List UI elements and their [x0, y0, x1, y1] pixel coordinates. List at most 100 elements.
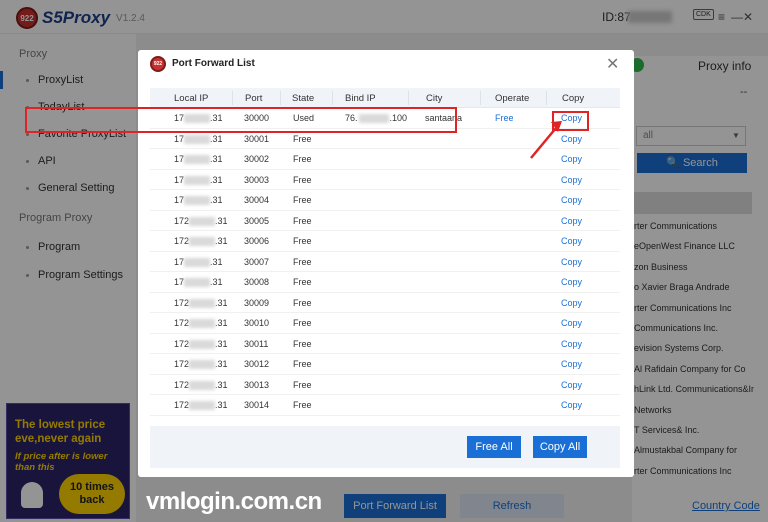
highlight-box-copy [552, 111, 589, 131]
copy-all-button[interactable]: Copy All [533, 436, 587, 458]
port-forward-table: 17.31 30000 Used 76. .100 santaana Free Copy 17.… [150, 108, 620, 422]
state-cell: Free [293, 318, 312, 328]
port-cell: 30002 [244, 154, 270, 164]
state-cell: Free [293, 338, 312, 349]
redacted-ip [184, 155, 211, 165]
copy-link[interactable]: Copy [561, 257, 582, 267]
state-cell: Free [293, 297, 312, 308]
col-state: State [292, 93, 315, 104]
col-local-ip: Local IP [174, 93, 209, 104]
local-ip-cell: 17.31 [174, 195, 223, 206]
table-row: 172.31 30006 Free Copy [150, 231, 620, 252]
state-cell: Free [293, 359, 312, 369]
table-row: 172.31 30005 Free Copy [150, 211, 620, 231]
state-cell: Free [293, 133, 312, 144]
local-ip-cell: 172.31 [174, 359, 228, 370]
state-cell: Free [293, 400, 312, 410]
state-cell: Free [293, 236, 312, 246]
dialog-footer: Free All Copy All [150, 426, 620, 468]
copy-link[interactable]: Copy [561, 298, 582, 308]
col-divider [332, 91, 333, 105]
app-window: 922 S5Proxy V1.2.4 ID:87 CDK ≡ — ✕ Proxy… [0, 0, 768, 522]
copy-link[interactable]: Copy [561, 277, 582, 287]
col-city: City [426, 93, 443, 104]
col-port: Port [245, 93, 263, 104]
copy-link[interactable]: Copy [561, 216, 582, 226]
free-link[interactable]: Free [495, 113, 514, 123]
port-cell: 30008 [244, 277, 270, 287]
table-header: Local IP Port State Bind IP City Operate… [150, 88, 620, 108]
col-copy: Copy [562, 93, 585, 104]
copy-link[interactable]: Copy [561, 154, 582, 164]
redacted-ip [189, 401, 216, 411]
copy-link[interactable]: Copy [561, 195, 582, 205]
port-cell: 30013 [244, 379, 270, 390]
redacted-ip [189, 380, 216, 390]
copy-link[interactable]: Copy [561, 400, 582, 410]
table-row: 17.31 30004 Free Copy [150, 190, 620, 211]
redacted-ip [184, 196, 211, 206]
table-row: 172.31 30012 Free Copy [150, 354, 620, 375]
col-divider [280, 91, 281, 105]
copy-link[interactable]: Copy [561, 236, 582, 246]
redacted-ip [184, 278, 211, 288]
local-ip-cell: 17.31 [174, 174, 223, 185]
copy-link[interactable]: Copy [561, 339, 582, 349]
local-ip-cell: 17.31 [174, 154, 223, 165]
redacted-ip [189, 298, 216, 308]
redacted-ip [189, 319, 216, 329]
table-row: 172.31 30010 Free Copy [150, 313, 620, 334]
port-cell: 30004 [244, 195, 270, 205]
dialog-title: Port Forward List [172, 58, 255, 69]
close-icon[interactable]: ✕ [606, 54, 619, 74]
copy-link[interactable]: Copy [561, 359, 582, 369]
table-row: 17.31 30002 Free Copy [150, 149, 620, 170]
local-ip-cell: 172.31 [174, 379, 228, 390]
copy-link[interactable]: Copy [561, 134, 582, 144]
port-cell: 30010 [244, 318, 270, 328]
local-ip-cell: 17.31 [174, 277, 223, 288]
state-cell: Free [293, 195, 312, 205]
table-row: 17.31 30003 Free Copy [150, 170, 620, 190]
port-cell: 30003 [244, 174, 270, 185]
port-cell: 30005 [244, 215, 270, 226]
table-row: 17.31 30008 Free Copy [150, 272, 620, 293]
col-divider [480, 91, 481, 105]
local-ip-cell: 17.31 [174, 133, 223, 144]
free-all-button[interactable]: Free All [467, 436, 521, 458]
port-cell: 30014 [244, 400, 270, 410]
port-cell: 30006 [244, 236, 270, 246]
table-row: 17.31 30007 Free Copy [150, 252, 620, 272]
state-cell: Free [293, 154, 312, 164]
col-operate: Operate [495, 93, 530, 104]
table-row: 172.31 30014 Free Copy [150, 395, 620, 416]
col-divider [546, 91, 547, 105]
copy-link[interactable]: Copy [561, 175, 582, 185]
local-ip-cell: 172.31 [174, 236, 228, 247]
logo-badge-icon: 922 [150, 56, 166, 72]
port-cell: 30009 [244, 297, 270, 308]
port-cell: 30001 [244, 133, 270, 144]
highlight-box-row [25, 107, 457, 133]
local-ip-cell: 172.31 [174, 318, 228, 329]
col-divider [408, 91, 409, 105]
state-cell: Free [293, 379, 312, 390]
col-divider [232, 91, 233, 105]
local-ip-cell: 17.31 [174, 256, 223, 267]
copy-link[interactable]: Copy [561, 380, 582, 390]
local-ip-cell: 172.31 [174, 297, 228, 308]
redacted-ip [189, 339, 216, 349]
port-cell: 30011 [244, 338, 269, 349]
col-bind-ip: Bind IP [345, 93, 376, 104]
redacted-ip [184, 257, 211, 267]
table-row: 172.31 30009 Free Copy [150, 293, 620, 313]
redacted-ip [184, 134, 211, 144]
redacted-ip [184, 175, 211, 185]
redacted-ip [189, 237, 216, 247]
copy-link[interactable]: Copy [561, 318, 582, 328]
local-ip-cell: 172.31 [174, 338, 228, 349]
state-cell: Free [293, 215, 312, 226]
table-row: 172.31 30013 Free Copy [150, 375, 620, 395]
state-cell: Free [293, 174, 312, 185]
table-row: 172.31 30011 Free Copy [150, 334, 620, 354]
